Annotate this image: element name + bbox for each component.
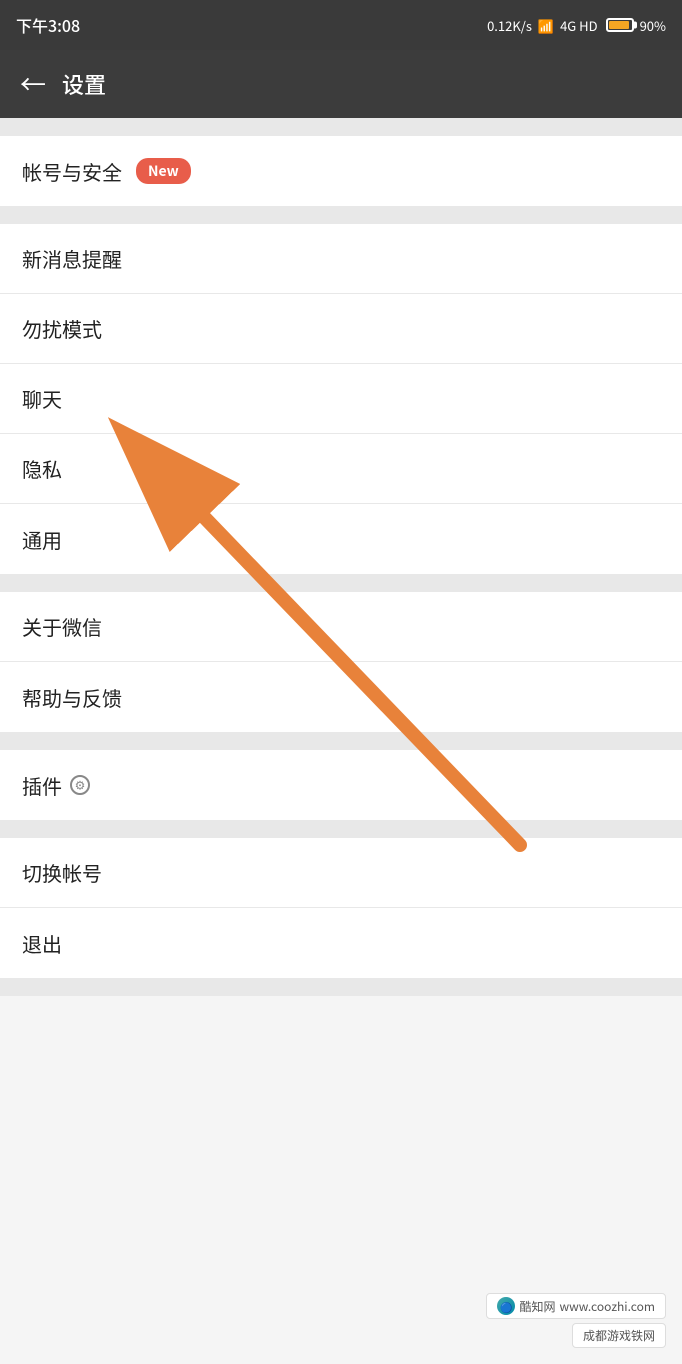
privacy-label: 隐私 xyxy=(22,454,62,483)
status-bar: 下午3:08 0.12K/s 📶 4G HD 90% xyxy=(0,0,682,50)
battery-fill xyxy=(609,21,629,29)
battery-percent: 90% xyxy=(640,16,666,35)
help-label: 帮助与反馈 xyxy=(22,683,122,712)
dnd-label: 勿扰模式 xyxy=(22,314,102,343)
chat-label: 聊天 xyxy=(22,384,62,413)
account-security-label: 帐号与安全 xyxy=(22,157,122,186)
network-speed: 0.12K/s xyxy=(487,16,532,35)
back-button[interactable]: ← xyxy=(20,71,46,97)
section-divider-top xyxy=(0,118,682,136)
switch-account-label: 切换帐号 xyxy=(22,858,102,887)
plugins-label: 插件 xyxy=(22,771,62,800)
menu-group-4: 插件 xyxy=(0,750,682,820)
plugin-settings-icon xyxy=(70,775,90,795)
logout-label: 退出 xyxy=(22,929,62,958)
menu-item-logout[interactable]: 退出 xyxy=(0,908,682,978)
carrier-label: 4G HD xyxy=(560,16,598,35)
watermark-url: www.coozhi.com xyxy=(560,1298,656,1315)
menu-item-about[interactable]: 关于微信 xyxy=(0,592,682,662)
menu-item-account-security[interactable]: 帐号与安全 New xyxy=(0,136,682,206)
watermark: 🔵 酷知网 www.coozhi.com 成都游戏铁网 xyxy=(486,1293,666,1348)
page-title: 设置 xyxy=(62,68,106,100)
about-label: 关于微信 xyxy=(22,612,102,641)
nav-bar: ← 设置 xyxy=(0,50,682,118)
menu-item-dnd[interactable]: 勿扰模式 xyxy=(0,294,682,364)
menu-group-3: 关于微信 帮助与反馈 xyxy=(0,592,682,732)
menu-group-5: 切换帐号 退出 xyxy=(0,838,682,978)
new-message-label: 新消息提醒 xyxy=(22,244,122,273)
signal-icons: 📶 xyxy=(538,16,554,35)
new-badge: New xyxy=(136,158,191,184)
section-divider-3 xyxy=(0,732,682,750)
menu-item-new-message[interactable]: 新消息提醒 xyxy=(0,224,682,294)
menu-item-privacy[interactable]: 隐私 xyxy=(0,434,682,504)
menu-item-plugins[interactable]: 插件 xyxy=(0,750,682,820)
section-divider-4 xyxy=(0,820,682,838)
status-time: 下午3:08 xyxy=(16,13,80,37)
menu-item-general[interactable]: 通用 xyxy=(0,504,682,574)
section-divider-2 xyxy=(0,574,682,592)
menu-item-switch-account[interactable]: 切换帐号 xyxy=(0,838,682,908)
watermark-icon: 🔵 xyxy=(497,1297,515,1315)
battery-icon xyxy=(606,18,634,32)
menu-item-help[interactable]: 帮助与反馈 xyxy=(0,662,682,732)
menu-group-2: 新消息提醒 勿扰模式 聊天 隐私 通用 xyxy=(0,224,682,574)
general-label: 通用 xyxy=(22,525,62,554)
menu-item-chat[interactable]: 聊天 xyxy=(0,364,682,434)
menu-group-1: 帐号与安全 New xyxy=(0,136,682,206)
status-right: 0.12K/s 📶 4G HD 90% xyxy=(487,16,666,35)
watermark-line-2: 成都游戏铁网 xyxy=(572,1323,666,1348)
watermark-line-1: 🔵 酷知网 www.coozhi.com xyxy=(486,1293,666,1319)
watermark-text-1: 酷知网 xyxy=(519,1298,555,1315)
section-divider-bottom xyxy=(0,978,682,996)
watermark-text-2: 成都游戏铁网 xyxy=(583,1327,655,1344)
section-divider-1 xyxy=(0,206,682,224)
